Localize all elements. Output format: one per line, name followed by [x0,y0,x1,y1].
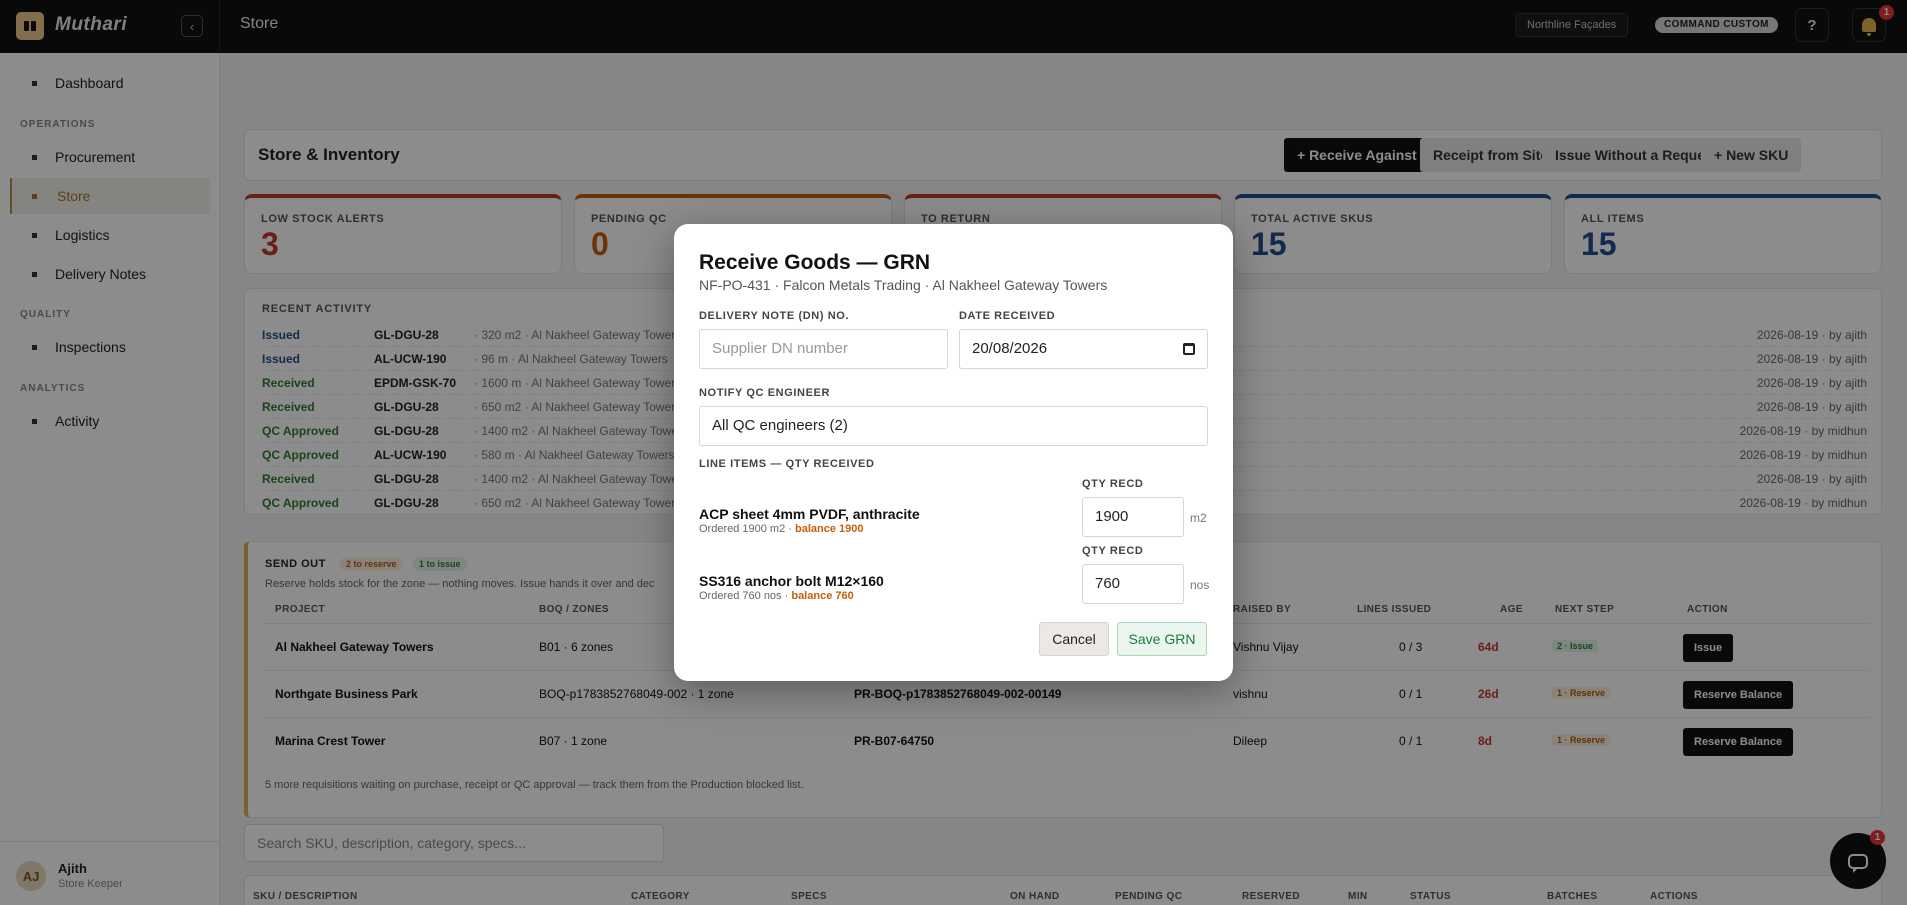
cancel-button[interactable]: Cancel [1039,622,1109,656]
line-item-name: ACP sheet 4mm PVDF, anthracite [699,506,920,522]
line-ordered: Ordered 760 nos · [699,590,789,602]
dn-label: DELIVERY NOTE (DN) NO. [699,310,850,322]
qty-unit: nos [1190,578,1210,592]
line-balance: balance 1900 [795,523,864,535]
qty-label: QTY RECD [1082,545,1144,557]
save-grn-button[interactable]: Save GRN [1117,622,1207,656]
dialog-title: Receive Goods — GRN [699,251,931,274]
date-label: DATE RECEIVED [959,310,1056,322]
dialog-subtitle: NF-PO-431 · Falcon Metals Trading · Al N… [699,277,1108,293]
date-received-input[interactable]: 20/08/2026 [959,329,1208,369]
date-value: 20/08/2026 [972,340,1048,357]
qty-unit: m2 [1190,511,1207,525]
line-item-meta: Ordered 1900 m2 · balance 1900 [699,523,864,535]
line-item-meta: Ordered 760 nos · balance 760 [699,590,854,602]
calendar-icon[interactable] [1183,343,1195,355]
dn-number-input[interactable]: Supplier DN number [699,329,948,369]
notify-qc-select[interactable]: All QC engineers (2) [699,406,1208,446]
qty-received-input[interactable]: 1900 [1082,497,1184,537]
receive-goods-dialog: Receive Goods — GRN NF-PO-431 · Falcon M… [674,224,1233,681]
line-items-label: LINE ITEMS — QTY RECEIVED [699,458,875,470]
line-ordered: Ordered 1900 m2 · [699,523,792,535]
notify-label: NOTIFY QC ENGINEER [699,387,830,399]
line-item-name: SS316 anchor bolt M12×160 [699,573,884,589]
line-balance: balance 760 [791,590,854,602]
qty-label: QTY RECD [1082,478,1144,490]
qty-received-input[interactable]: 760 [1082,564,1184,604]
